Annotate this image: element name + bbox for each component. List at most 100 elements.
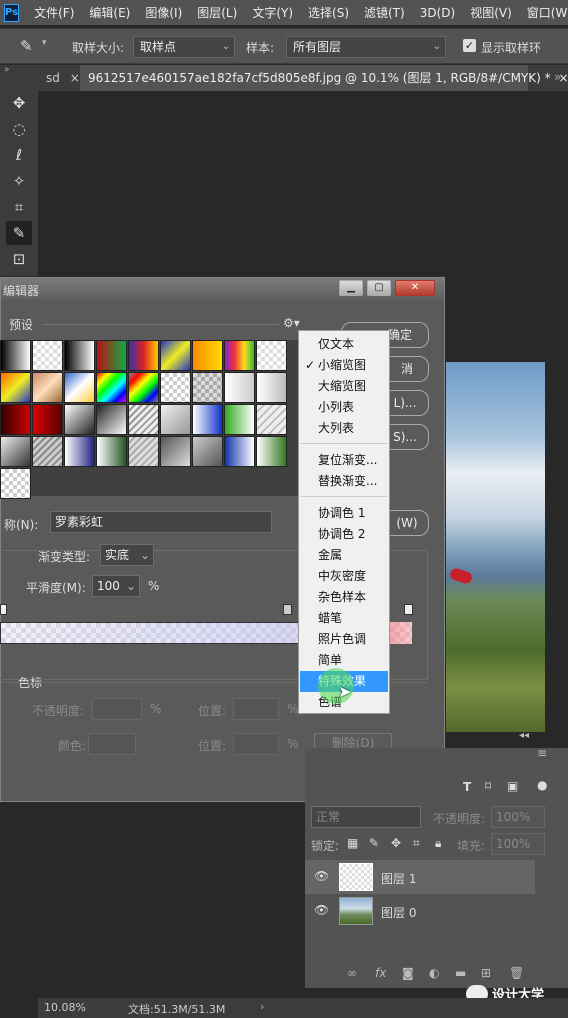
opacity-stop[interactable] — [0, 604, 7, 615]
preset-swatch[interactable] — [96, 404, 127, 435]
menu-item-metals[interactable]: 金属 — [300, 545, 388, 566]
preset-swatch[interactable] — [96, 436, 127, 467]
quick-select-tool-icon[interactable]: ✧ — [6, 169, 32, 193]
frame-tool-icon[interactable]: ⊡ — [6, 247, 32, 271]
menu-filter[interactable]: 滤镜(T) — [364, 4, 405, 21]
menu-item-neutral-density[interactable]: 中灰密度 — [300, 566, 388, 587]
lock-position-icon[interactable]: ✥ — [391, 836, 401, 850]
tab-active-document[interactable]: 9612517e460157ae182fa7cf5d805e8f.jpg @ 1… — [80, 65, 568, 91]
preset-swatch[interactable] — [0, 436, 31, 467]
menu-item-simple[interactable]: 简单 — [300, 650, 388, 671]
preset-swatch[interactable] — [192, 404, 223, 435]
gradient-preview-bar[interactable] — [0, 622, 300, 644]
chevron-down-icon[interactable]: ⌄ — [126, 576, 136, 596]
menu-item-small-thumbnail[interactable]: ✓ 小缩览图 — [300, 355, 388, 376]
eyedropper-icon[interactable]: ✎ — [20, 37, 33, 55]
preset-swatch[interactable] — [128, 372, 159, 403]
preset-swatch[interactable] — [0, 372, 31, 403]
panel-menu-icon[interactable]: ≡ — [537, 746, 547, 760]
shape-filter-icon[interactable]: ⌑ — [485, 779, 491, 793]
preset-swatch[interactable] — [160, 436, 191, 467]
fx-icon[interactable]: fx — [375, 966, 386, 980]
adjustment-layer-icon[interactable]: ◐ — [429, 966, 439, 980]
preset-swatch[interactable] — [0, 468, 31, 499]
lasso-tool-icon[interactable]: ℓ — [6, 143, 32, 167]
preset-swatch[interactable] — [0, 340, 31, 371]
link-layers-icon[interactable]: ∞ — [347, 966, 357, 980]
preset-swatch[interactable] — [256, 404, 287, 435]
preset-swatch[interactable] — [256, 372, 287, 403]
menu-item-color-harmonies-2[interactable]: 协调色 2 — [300, 524, 388, 545]
preset-swatch[interactable] — [64, 340, 95, 371]
preset-swatch[interactable] — [256, 340, 287, 371]
preset-swatch[interactable] — [160, 372, 191, 403]
preset-swatch[interactable] — [192, 436, 223, 467]
move-tool-icon[interactable]: ✥ — [6, 91, 32, 115]
dialog-title-bar[interactable]: 编辑器 ▁ ▢ ✕ — [1, 278, 444, 300]
add-mask-icon[interactable]: ◙ — [402, 966, 414, 980]
preset-swatch[interactable] — [160, 340, 191, 371]
preset-swatch[interactable] — [96, 372, 127, 403]
preset-swatch[interactable] — [224, 436, 255, 467]
menu-item-reset-gradients[interactable]: 复位渐变... — [300, 450, 388, 471]
filter-toggle-icon[interactable]: ● — [537, 778, 547, 792]
name-input[interactable]: 罗素彩虹 — [50, 511, 272, 533]
gear-icon[interactable]: ⚙▾ — [283, 316, 300, 330]
smoothness-input[interactable]: 100 ⌄ — [92, 575, 140, 597]
eye-icon[interactable]: 👁︎ — [314, 903, 329, 917]
preset-swatch[interactable] — [128, 436, 159, 467]
preset-swatch[interactable] — [32, 436, 63, 467]
gradient-type-select[interactable]: 实底 ⌄ — [100, 544, 154, 566]
menu-view[interactable]: 视图(V) — [470, 4, 512, 21]
menu-item-large-list[interactable]: 大列表 — [300, 418, 388, 439]
close-button[interactable]: ✕ — [395, 280, 435, 296]
preset-swatch[interactable] — [64, 436, 95, 467]
opacity-stop[interactable] — [404, 604, 413, 615]
tab-partial[interactable]: sd × — [38, 65, 80, 91]
crop-tool-icon[interactable]: ⌗ — [6, 195, 32, 219]
preset-swatch[interactable] — [192, 372, 223, 403]
preset-swatch[interactable] — [32, 404, 63, 435]
menu-edit[interactable]: 编辑(E) — [89, 4, 130, 21]
layer-row[interactable]: 👁︎ 图层 0 — [305, 894, 535, 928]
menu-item-text-only[interactable]: 仅文本 — [300, 334, 388, 355]
eyedropper-tool-icon[interactable]: ✎ — [6, 221, 32, 245]
menu-item-small-list[interactable]: 小列表 — [300, 397, 388, 418]
menu-file[interactable]: 文件(F) — [34, 4, 74, 21]
close-icon[interactable]: × — [70, 71, 80, 85]
preset-swatch[interactable] — [128, 340, 159, 371]
menu-type[interactable]: 文字(Y) — [252, 4, 293, 21]
eye-icon[interactable]: 👁︎ — [314, 869, 329, 883]
collapse-icon[interactable]: ◂◂ — [519, 730, 529, 741]
chevron-down-icon[interactable]: ▾ — [42, 38, 47, 48]
show-ring-checkbox[interactable]: ✓ — [463, 39, 476, 52]
zoom-level[interactable]: 10.08% — [44, 1001, 86, 1014]
layer-row[interactable]: 👁︎ 图层 1 — [305, 860, 535, 894]
lock-artboard-icon[interactable]: ⌗ — [413, 836, 420, 851]
menu-image[interactable]: 图像(I) — [145, 4, 182, 21]
menu-layer[interactable]: 图层(L) — [197, 4, 237, 21]
lock-all-icon[interactable]: 🔒︎ — [435, 836, 441, 851]
preset-swatch[interactable] — [224, 340, 255, 371]
new-layer-icon[interactable]: ⊞ — [481, 966, 491, 980]
lock-pixels-icon[interactable]: ✎ — [369, 836, 379, 850]
preset-swatch[interactable] — [224, 372, 255, 403]
maximize-button[interactable]: ▢ — [367, 280, 391, 296]
preset-swatch[interactable] — [128, 404, 159, 435]
marquee-tool-icon[interactable]: ◌ — [6, 117, 32, 141]
minimize-button[interactable]: ▁ — [339, 280, 363, 296]
expand-icon[interactable]: » — [4, 65, 10, 75]
preset-swatch[interactable] — [32, 340, 63, 371]
preset-swatch[interactable] — [64, 372, 95, 403]
menu-item-color-harmonies-1[interactable]: 协调色 1 — [300, 503, 388, 524]
lock-transparent-icon[interactable]: ▦ — [347, 836, 358, 850]
menu-item-large-thumbnail[interactable]: 大缩览图 — [300, 376, 388, 397]
opacity-stop[interactable] — [283, 604, 292, 615]
chevron-right-icon[interactable]: › — [260, 1000, 264, 1013]
menu-select[interactable]: 选择(S) — [308, 4, 349, 21]
preset-swatch[interactable] — [64, 404, 95, 435]
preset-swatch[interactable] — [96, 340, 127, 371]
type-filter-icon[interactable]: T — [463, 780, 471, 794]
preset-swatch[interactable] — [192, 340, 223, 371]
fill-input[interactable]: 100% — [491, 833, 545, 855]
